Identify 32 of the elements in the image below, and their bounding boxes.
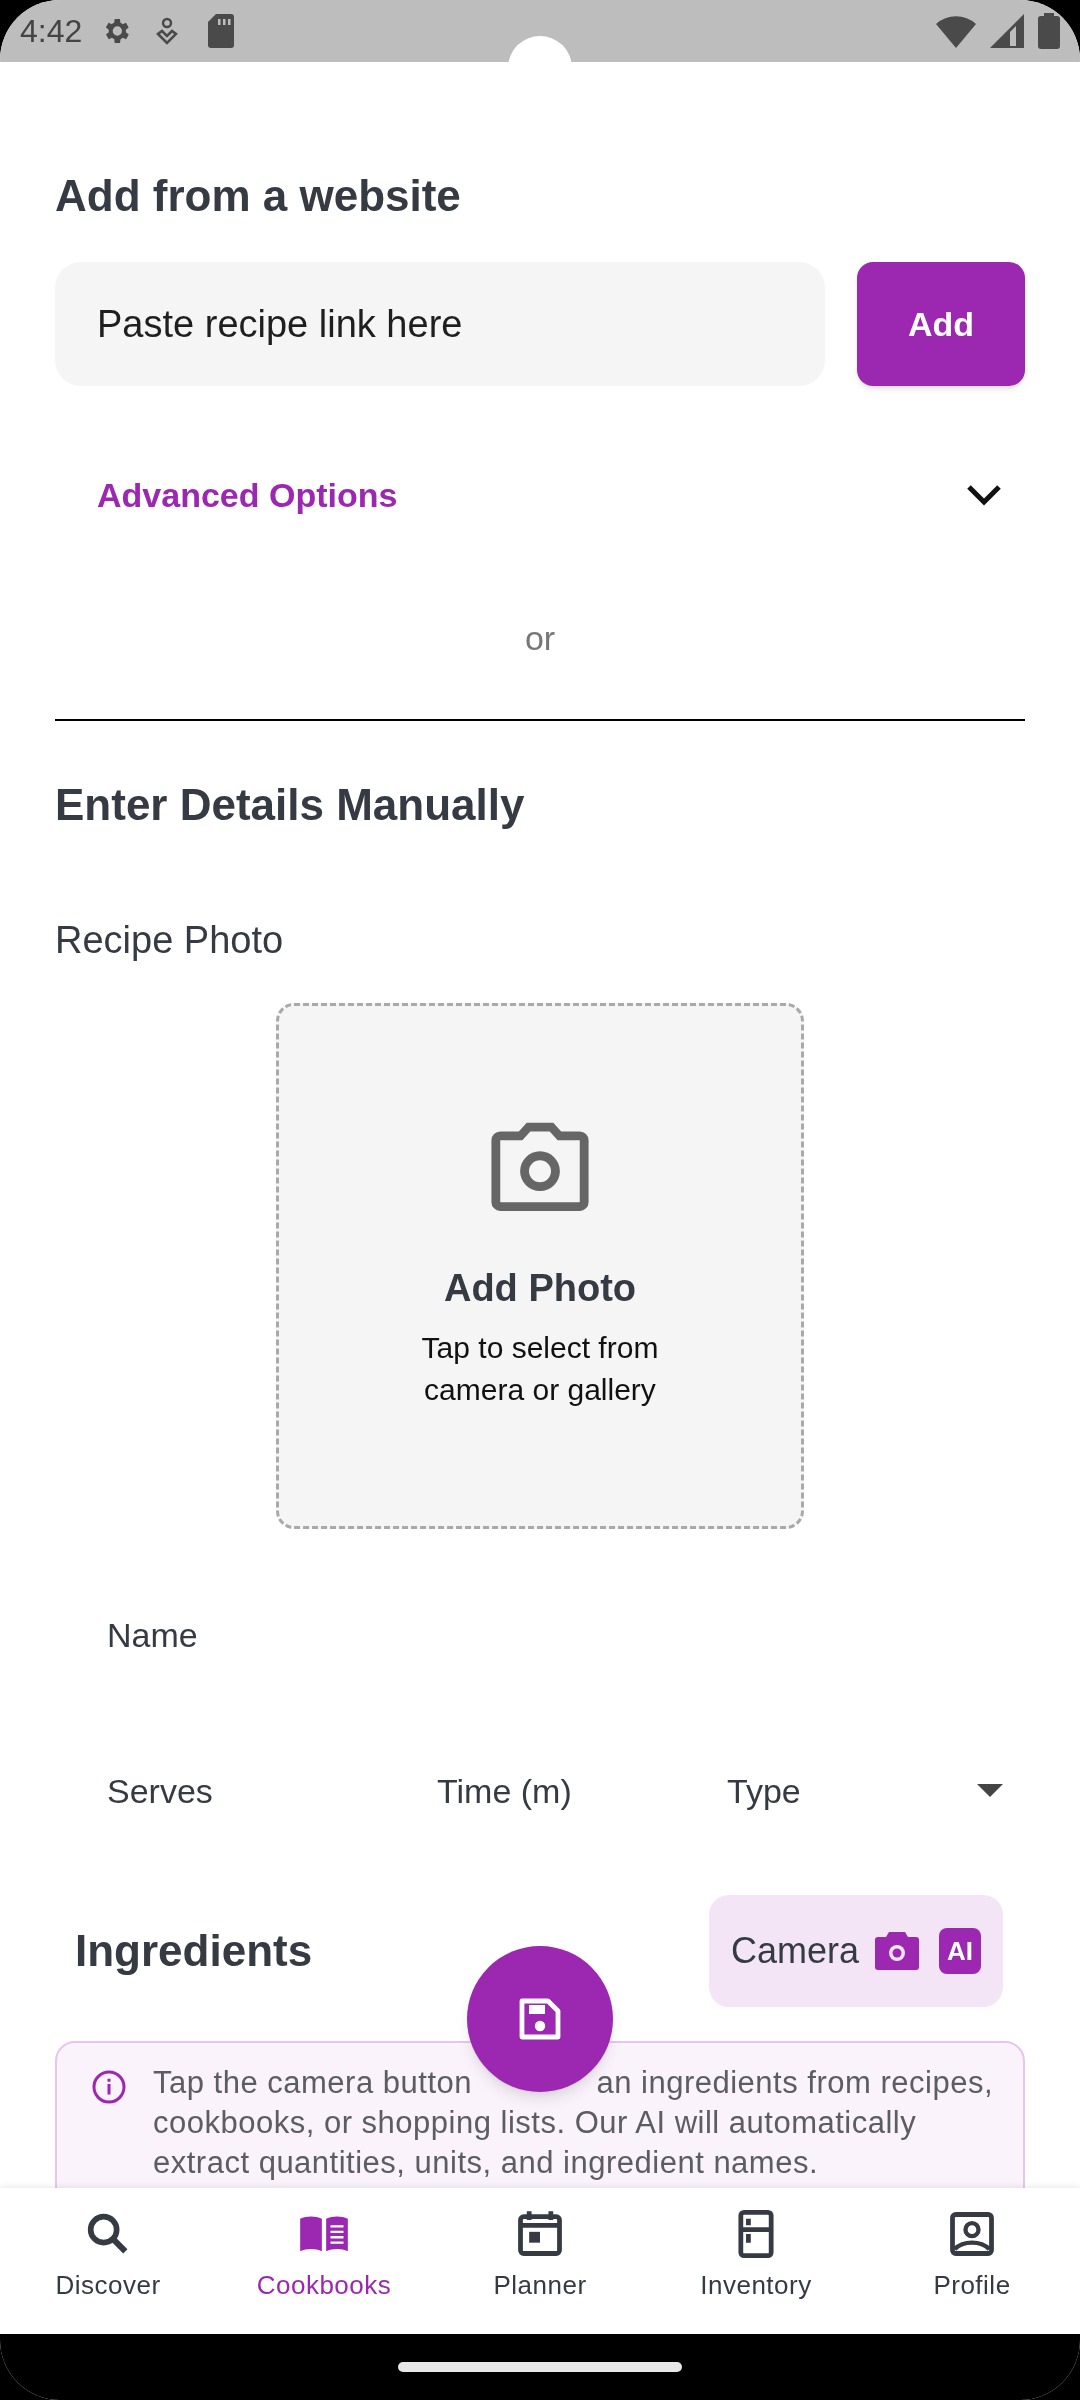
nav-tab[interactable]: Profile	[864, 2188, 1080, 2334]
nav-tab[interactable]: Discover	[0, 2188, 216, 2334]
advanced-options-toggle[interactable]: Advanced Options	[55, 455, 1025, 535]
battery-icon	[1038, 13, 1060, 49]
info-text: an ingredients from recipes,	[596, 2064, 993, 2102]
info-icon	[91, 2069, 127, 2105]
camera-icon	[875, 1932, 919, 1970]
signal-icon	[990, 14, 1024, 48]
photo-picker[interactable]: Add Photo Tap to select from camera or gallery	[276, 1003, 804, 1529]
info-text: cookbooks, or shopping lists. Our AI will automatically extract quantities, units, and ingredient names.	[153, 2104, 918, 2182]
input-field[interactable]: Name	[55, 1605, 1025, 1665]
dropdown-arrow-icon	[977, 1784, 1003, 1798]
sd-card-icon	[208, 14, 235, 48]
nav-tab[interactable]: Planner	[432, 2188, 648, 2334]
field-label: Recipe Photo	[55, 921, 285, 959]
dropdown-field[interactable]: Type	[705, 1761, 1025, 1821]
section-title: Add from a website	[55, 174, 462, 218]
section-title: Enter Details Manually	[55, 783, 526, 827]
camera-button[interactable]: Camera AI	[708, 1895, 1003, 2007]
input-field[interactable]: Serves	[55, 1761, 385, 1821]
add-button[interactable]: Add	[857, 262, 1025, 386]
separator-text: or	[523, 621, 557, 655]
input-field[interactable]: Time (m)	[385, 1761, 705, 1821]
info-text: Tap the camera button	[153, 2064, 472, 2102]
ai-badge: AI	[939, 1928, 981, 1974]
status-time: 4:42	[20, 12, 83, 51]
section-title: Ingredients	[75, 1925, 313, 1977]
link-input-field[interactable]: Paste recipe link here	[55, 262, 825, 386]
nav-tab[interactable]: Inventory	[648, 2188, 864, 2334]
chevron-down-icon	[965, 483, 1003, 507]
wifi-icon	[936, 14, 976, 48]
nav-tab[interactable]: Cookbooks	[216, 2188, 432, 2334]
